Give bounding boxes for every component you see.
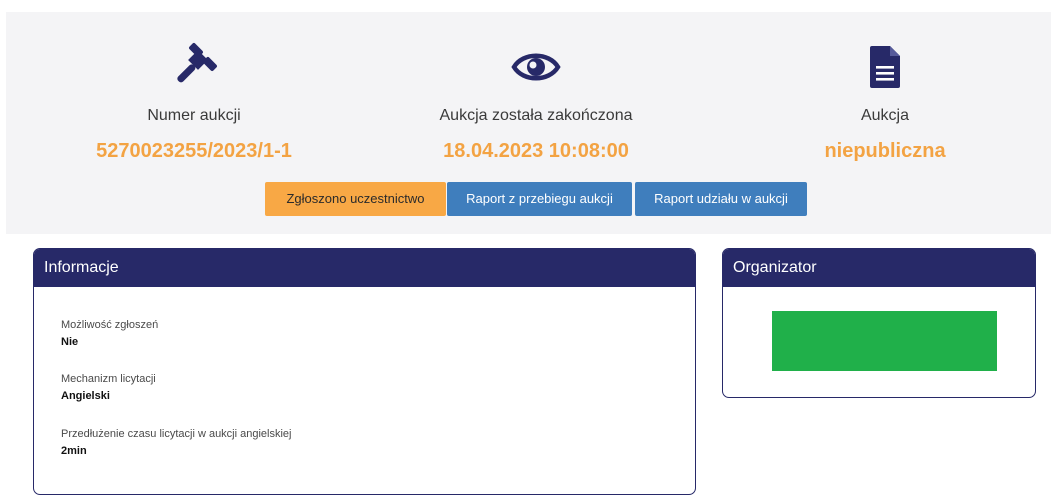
auction-number-label: Numer aukcji [147,107,241,124]
time-extension-field: Przedłużenie czasu licytacji w aukcji an… [61,428,292,457]
time-extension-value: 2min [61,445,87,457]
organizer-card: Organizator [722,248,1036,398]
bidding-mechanism-value: Angielski [61,390,110,402]
information-card: Informacje Możliwość zgłoszeń Nie Mechan… [33,248,696,495]
auction-ended-label: Aukcja została zakończona [439,107,633,124]
submissions-field: Możliwość zgłoszeń Nie [61,319,158,348]
bidding-mechanism-label: Mechanizm licytacji [61,373,156,385]
auction-summary-panel: Numer aukcji 5270023255/2023/1-1 Aukcja … [6,12,1051,234]
auction-type-label: Aukcja [860,107,910,124]
auction-number-value: 5270023255/2023/1-1 [96,140,292,162]
submissions-label: Możliwość zgłoszeń [61,319,159,331]
auction-type-value: niepubliczna [824,140,946,162]
eye-icon [511,42,561,92]
bidding-mechanism-field: Mechanizm licytacji Angielski [61,373,156,402]
submissions-value: Nie [61,336,79,348]
time-extension-label: Przedłużenie czasu licytacji w aukcji an… [61,428,292,440]
document-icon [860,42,910,92]
information-card-title: Informacje [34,249,695,287]
auction-progress-report-button[interactable]: Raport z przebiegu aukcji [447,182,632,216]
auction-ended-value: 18.04.2023 10:08:00 [443,140,629,162]
participation-submitted-button[interactable]: Zgłoszono uczestnictwo [265,182,446,216]
organizer-card-title: Organizator [723,249,1035,287]
auction-participation-report-button[interactable]: Raport udziału w aukcji [635,182,807,216]
gavel-icon [169,42,219,92]
organizer-logo [772,311,997,371]
